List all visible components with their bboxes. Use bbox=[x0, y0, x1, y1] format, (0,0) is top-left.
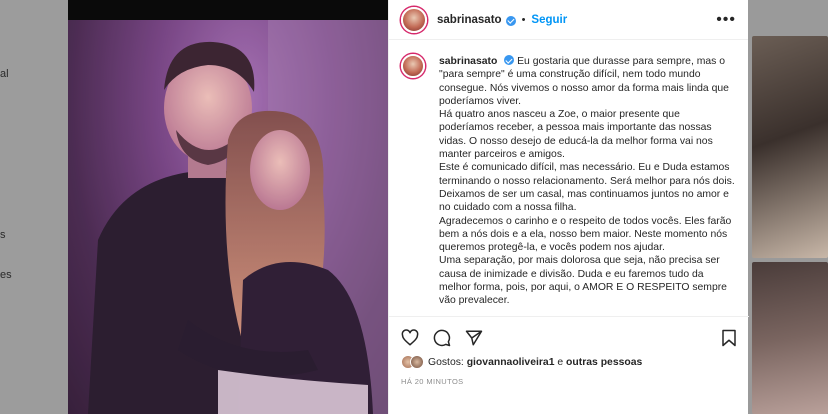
author-avatar[interactable] bbox=[401, 6, 427, 33]
like-heart-icon[interactable] bbox=[401, 329, 419, 347]
caption-paragraph: Há quatro anos nasceu a Zoe, o maior pre… bbox=[439, 109, 713, 161]
background-text-fragment: es bbox=[0, 269, 12, 281]
post-photo-illustration bbox=[68, 20, 388, 414]
background-strip bbox=[68, 0, 388, 20]
post-header: sabrinasato • Seguir ••• bbox=[389, 0, 748, 40]
liker-username[interactable]: giovannaoliveira1 bbox=[467, 357, 555, 368]
post-side-panel: sabrinasato • Seguir ••• sabrinasato Eu … bbox=[388, 0, 749, 414]
caption-first-paragraph: sabrinasato Eu gostaria que durasse para… bbox=[439, 54, 737, 108]
post-caption: sabrinasato Eu gostaria que durasse para… bbox=[389, 40, 749, 316]
separator-dot: • bbox=[521, 13, 526, 26]
post-actions-section: Gostos: giovannaoliveira1 e outras pesso… bbox=[389, 316, 749, 414]
background-post-thumbnail bbox=[752, 36, 828, 258]
verified-badge-icon bbox=[505, 15, 516, 26]
caption-paragraph: Agradecemos o carinho e o respeito de to… bbox=[439, 215, 732, 254]
action-icons-row bbox=[401, 317, 737, 359]
likes-summary: Gostos: giovannaoliveira1 e outras pesso… bbox=[401, 355, 737, 369]
author-username[interactable]: sabrinasato bbox=[437, 14, 502, 26]
caption-paragraph: Este é comunicado difícil, mas necessári… bbox=[439, 162, 735, 214]
likes-connector: e bbox=[557, 356, 564, 368]
follow-button[interactable]: Seguir bbox=[531, 14, 567, 26]
save-bookmark-icon[interactable] bbox=[721, 329, 737, 347]
comment-icon[interactable] bbox=[433, 329, 451, 347]
caption-text: sabrinasato Eu gostaria que durasse para… bbox=[439, 54, 737, 316]
background-text-fragment: s bbox=[0, 229, 6, 241]
other-likers-link[interactable]: outras pessoas bbox=[566, 357, 642, 368]
more-options-icon[interactable]: ••• bbox=[716, 11, 736, 28]
caption-username[interactable]: sabrinasato bbox=[439, 56, 497, 67]
background-page-left: al s es bbox=[0, 0, 68, 414]
likes-prefix: Gostos: bbox=[428, 356, 464, 368]
background-page-right bbox=[748, 0, 828, 414]
verified-badge-icon bbox=[504, 55, 515, 65]
caption-paragraph: Uma separação, por mais dolorosa que sej… bbox=[439, 255, 727, 307]
background-text-fragment: al bbox=[0, 68, 9, 80]
caption-author-avatar[interactable] bbox=[401, 54, 425, 78]
post-timestamp[interactable]: HÁ 20 MINUTOS bbox=[401, 377, 737, 386]
liker-avatar[interactable] bbox=[410, 355, 424, 369]
background-post-thumbnail bbox=[752, 262, 828, 414]
share-icon[interactable] bbox=[465, 329, 483, 347]
post-photo[interactable] bbox=[68, 20, 388, 414]
likes-text: Gostos: giovannaoliveira1 e outras pesso… bbox=[428, 357, 642, 368]
